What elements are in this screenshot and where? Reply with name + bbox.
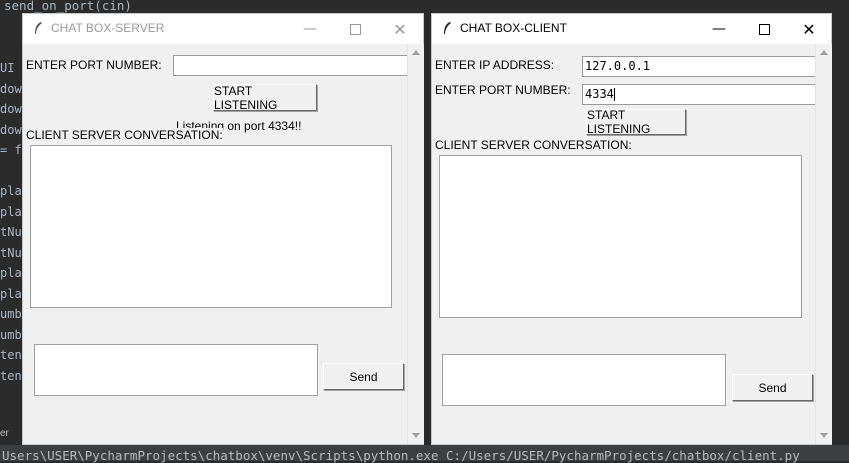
- minimize-icon[interactable]: —: [288, 14, 332, 44]
- ip-label: ENTER IP ADDRESS:: [435, 58, 555, 72]
- code-fragment: dow: [0, 122, 22, 137]
- start-listening-button[interactable]: START LISTENING: [586, 108, 686, 136]
- maximize-icon[interactable]: [742, 14, 786, 44]
- code-fragment: = f: [0, 143, 22, 157]
- feather-icon: [444, 22, 451, 34]
- ip-input[interactable]: 127.0.0.1: [582, 56, 817, 77]
- conversation-textbox[interactable]: [30, 145, 392, 308]
- code-fragment: UI: [0, 61, 15, 75]
- client-window: CHAT BOX-CLIENT — ✕ ENTER IP ADDRESS: 12…: [431, 13, 832, 445]
- message-input[interactable]: [442, 354, 726, 406]
- window-scrollbar[interactable]: [407, 44, 424, 444]
- port-value: 4334: [585, 87, 614, 101]
- start-listening-button[interactable]: START LISTENING: [213, 84, 317, 112]
- scroll-up-icon[interactable]: [412, 50, 420, 55]
- scroll-down-icon[interactable]: [412, 433, 420, 438]
- send-button[interactable]: Send: [323, 363, 404, 390]
- maximize-icon[interactable]: [333, 14, 377, 44]
- port-input[interactable]: [173, 55, 408, 76]
- port-input[interactable]: 4334: [582, 84, 817, 105]
- send-button[interactable]: Send: [732, 374, 813, 401]
- message-input[interactable]: [34, 344, 318, 396]
- client-titlebar[interactable]: CHAT BOX-CLIENT — ✕: [432, 14, 831, 44]
- port-label: ENTER PORT NUMBER:: [435, 83, 571, 97]
- conversation-label: CLIENT SERVER CONVERSATION:: [435, 138, 632, 152]
- code-fragment: dow: [0, 81, 22, 96]
- port-label: ENTER PORT NUMBER:: [26, 58, 162, 72]
- scroll-down-icon[interactable]: [820, 433, 828, 438]
- code-line-top: send_on_port(cin): [4, 0, 132, 13]
- code-fragment: dow: [0, 102, 22, 116]
- close-icon[interactable]: ✕: [787, 14, 831, 44]
- feather-icon: [35, 22, 42, 34]
- minimize-icon[interactable]: —: [697, 14, 741, 44]
- client-title: CHAT BOX-CLIENT: [460, 21, 567, 35]
- text-cursor: [613, 88, 615, 101]
- conversation-textbox[interactable]: [439, 155, 802, 318]
- scroll-up-icon[interactable]: [820, 50, 828, 55]
- server-window: CHAT BOX-SERVER — ✕ ENTER PORT NUMBER: S…: [22, 13, 424, 445]
- server-title: CHAT BOX-SERVER: [51, 21, 165, 35]
- bottom-tab-label[interactable]: er: [0, 428, 22, 444]
- server-titlebar[interactable]: CHAT BOX-SERVER — ✕: [23, 14, 423, 44]
- conversation-label: CLIENT SERVER CONVERSATION:: [26, 128, 223, 142]
- window-scrollbar[interactable]: [815, 44, 832, 444]
- close-icon[interactable]: ✕: [378, 14, 422, 44]
